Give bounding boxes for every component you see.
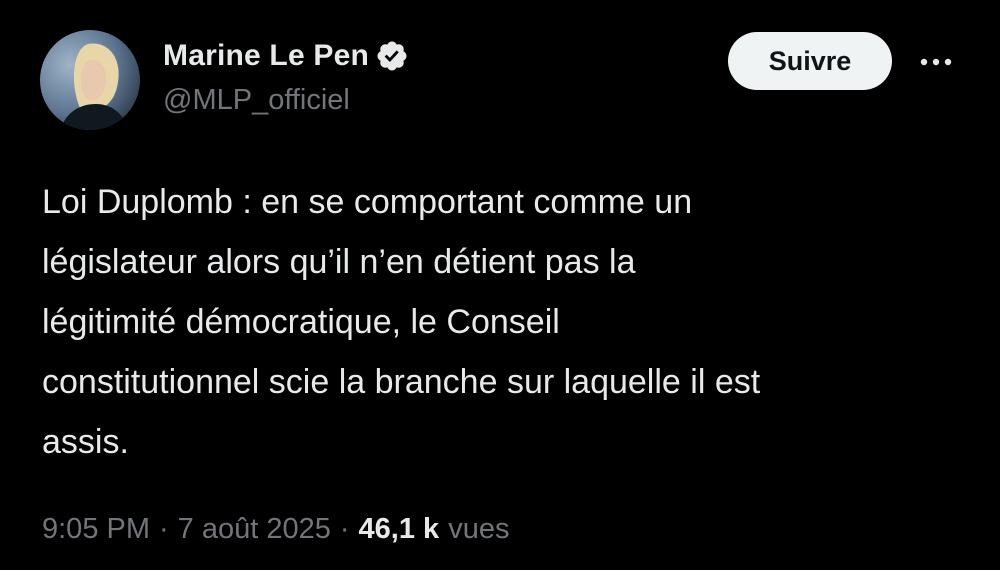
meta-separator: · [159,512,169,545]
views-count[interactable]: 46,1 k [359,513,440,546]
views-label: vues [448,512,510,545]
tweet-time[interactable]: 9:05 PM [42,513,150,546]
avatar-image [40,30,140,130]
tweet-meta: 9:05 PM · 7 août 2025 · 46,1 k vues [42,505,509,553]
more-horizontal-icon [920,58,952,66]
display-name[interactable]: Marine Le Pen [163,39,369,73]
more-options-button[interactable] [912,42,962,82]
tweet-text: Loi Duplomb : en se comportant comme un … [42,183,761,461]
follow-button[interactable]: Suivre [728,32,892,90]
avatar[interactable] [40,30,140,130]
tweet-date[interactable]: 7 août 2025 [178,513,331,546]
author-name-row: Marine Le Pen [163,36,409,76]
verified-badge-icon [375,39,409,73]
author-handle[interactable]: @MLP_officiel [163,84,350,117]
tweet-card: Marine Le Pen @MLP_officiel Suivre Loi D… [0,0,1000,570]
meta-separator: · [339,512,350,545]
